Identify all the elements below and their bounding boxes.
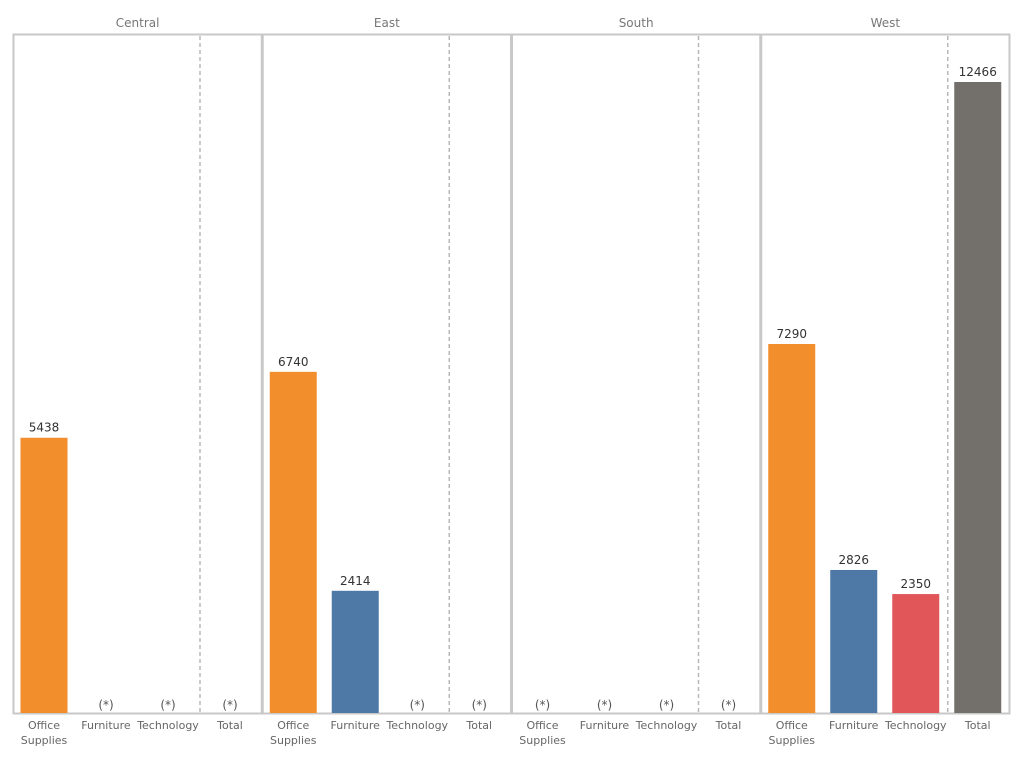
category-label: Total <box>715 719 742 732</box>
faceted-bar-chart: Central 5438 Office Supplies (*) Furniture (*)… <box>12 16 1011 747</box>
bar-west-office-supplies[interactable] <box>768 343 816 713</box>
panel-central: Central 5438 Office Supplies (*) Furniture (*)… <box>12 16 263 747</box>
region-title: South <box>619 16 654 30</box>
category-label: Office <box>526 719 558 732</box>
category-label: Total <box>465 719 492 732</box>
bar-west-technology[interactable] <box>892 594 940 713</box>
null-marker: (*) <box>98 698 113 712</box>
bar-west-total[interactable] <box>954 82 1002 713</box>
category-label: Total <box>964 719 991 732</box>
value-label: 7290 <box>776 327 807 341</box>
bar-central-office-supplies[interactable] <box>20 437 68 713</box>
bar-east-office-supplies[interactable] <box>269 371 317 713</box>
category-label: Furniture <box>81 719 131 732</box>
value-label: 2350 <box>900 577 931 591</box>
category-label: Supplies <box>519 734 566 747</box>
value-label: 2826 <box>838 553 869 567</box>
panel-frame <box>511 33 762 715</box>
value-label: 2414 <box>340 574 371 588</box>
category-label: Supplies <box>270 734 317 747</box>
region-title: Central <box>116 16 160 30</box>
value-label: 6740 <box>278 355 309 369</box>
value-label: 5438 <box>29 421 60 435</box>
null-marker: (*) <box>410 698 425 712</box>
null-marker: (*) <box>222 698 237 712</box>
category-label: Total <box>216 719 243 732</box>
category-label: Furniture <box>331 719 381 732</box>
category-label: Office <box>28 719 60 732</box>
panels-layer: Central 5438 Office Supplies (*) Furniture (*)… <box>12 16 1011 747</box>
region-title: East <box>374 16 400 30</box>
null-marker: (*) <box>721 698 736 712</box>
panel-east: East 6740 Office Supplies 2414 Furniture (*) Te… <box>261 16 512 747</box>
category-label: Office <box>277 719 309 732</box>
category-label: Technology <box>884 719 947 732</box>
value-label: 12466 <box>959 65 997 79</box>
null-marker: (*) <box>597 698 612 712</box>
category-label: Furniture <box>580 719 630 732</box>
category-label: Supplies <box>21 734 68 747</box>
category-label: Furniture <box>829 719 879 732</box>
bar-east-furniture[interactable] <box>331 590 379 713</box>
panel-south: South (*) Office Supplies (*) Furniture (*) Tec… <box>511 16 762 747</box>
category-label: Technology <box>385 719 448 732</box>
category-label: Technology <box>136 719 199 732</box>
null-marker: (*) <box>535 698 550 712</box>
bar-west-furniture[interactable] <box>830 569 878 713</box>
null-marker: (*) <box>160 698 175 712</box>
category-label: Supplies <box>768 734 815 747</box>
panel-west: West 7290 Office Supplies 2826 Furniture 2350 T… <box>760 16 1011 747</box>
null-marker: (*) <box>472 698 487 712</box>
region-title: West <box>871 16 901 30</box>
category-label: Office <box>776 719 808 732</box>
category-label: Technology <box>635 719 698 732</box>
null-marker: (*) <box>659 698 674 712</box>
